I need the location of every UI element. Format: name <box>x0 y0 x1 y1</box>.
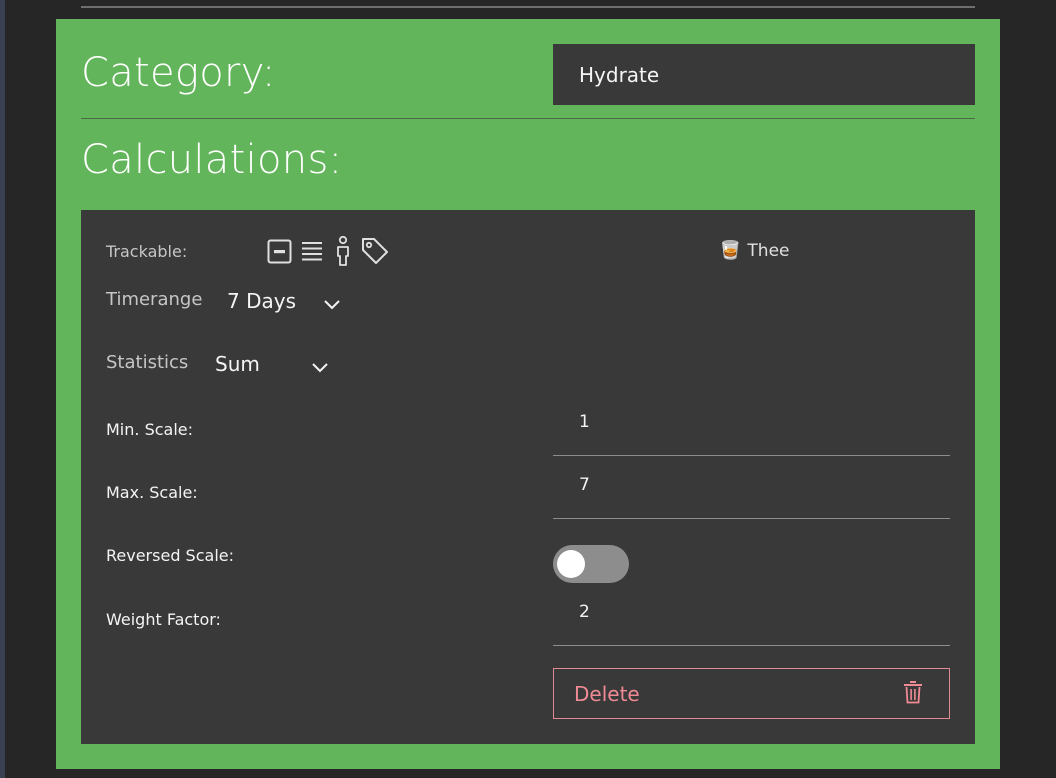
window-edge <box>0 0 5 778</box>
min-scale-value: 1 <box>579 412 590 432</box>
weight-factor-label: Weight Factor: <box>106 610 221 629</box>
chevron-down-icon <box>323 292 341 316</box>
statistics-label: Statistics <box>106 352 189 373</box>
person-icon[interactable] <box>335 236 351 266</box>
timerange-value: 7 Days <box>227 289 296 313</box>
reversed-scale-label: Reversed Scale: <box>106 546 234 565</box>
chevron-down-icon <box>311 355 329 379</box>
max-scale-field[interactable]: 7 <box>553 463 950 519</box>
trash-icon <box>903 680 923 708</box>
trackable-label: Trackable: <box>106 242 188 261</box>
delete-label: Delete <box>574 681 640 706</box>
toggle-knob <box>557 550 585 578</box>
delete-button[interactable]: Delete <box>553 668 950 719</box>
calculation-panel: Category: Hydrate Calculations: Trackabl… <box>56 19 1000 769</box>
timerange-label: Timerange <box>106 289 203 310</box>
number-box-icon[interactable] <box>267 236 292 266</box>
min-scale-field[interactable]: 1 <box>553 400 950 456</box>
category-value: Hydrate <box>579 62 660 87</box>
top-divider <box>81 6 975 8</box>
tag-icon[interactable] <box>360 236 390 266</box>
min-scale-label: Min. Scale: <box>106 420 193 439</box>
statistics-dropdown[interactable]: Sum <box>215 349 335 379</box>
calculation-card: Trackable: 🥃 Thee Timerange 7 Days Stati… <box>81 210 975 744</box>
statistics-value: Sum <box>215 352 260 376</box>
trackable-name: Thee <box>747 240 790 261</box>
selected-trackable[interactable]: 🥃 Thee <box>719 240 790 261</box>
category-heading: Category: <box>81 50 276 96</box>
max-scale-value: 7 <box>579 475 590 495</box>
category-field[interactable]: Hydrate <box>553 44 975 105</box>
section-divider <box>81 118 975 119</box>
trackable-emoji-icon: 🥃 <box>719 240 742 261</box>
weight-factor-value: 2 <box>579 602 590 622</box>
reversed-scale-toggle[interactable] <box>553 545 629 583</box>
max-scale-label: Max. Scale: <box>106 483 198 502</box>
list-icon[interactable] <box>301 236 323 266</box>
weight-factor-field[interactable]: 2 <box>553 590 950 646</box>
calculations-heading: Calculations: <box>81 137 343 183</box>
timerange-dropdown[interactable]: 7 Days <box>227 286 347 316</box>
